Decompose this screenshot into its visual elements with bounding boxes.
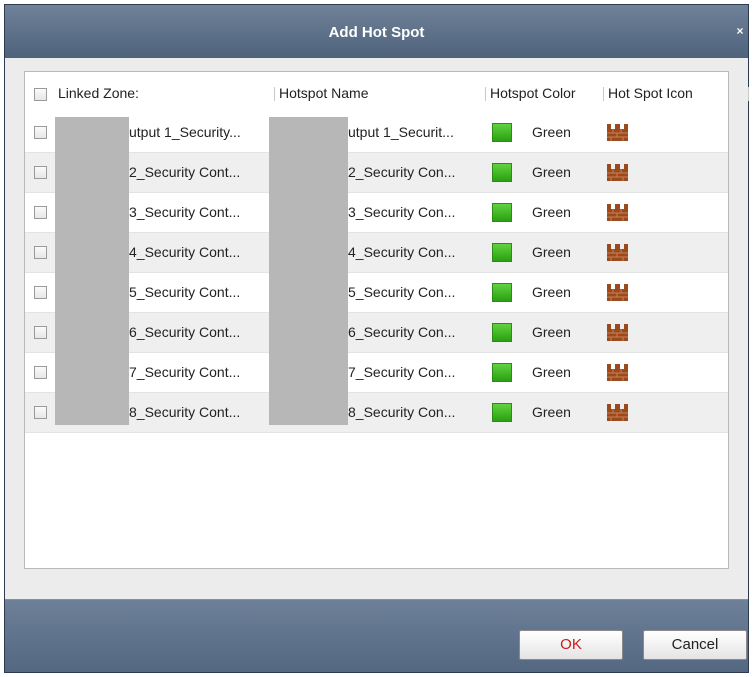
table-row[interactable]: 5_Security Cont... 5_Security Con... Gre… (25, 273, 728, 313)
castle-wall-icon[interactable] (607, 124, 628, 141)
hotspot-color-label: Green (532, 204, 571, 220)
hotspot-name-cell: 8_Security Con... (348, 404, 456, 420)
hotspot-color-swatch[interactable] (492, 283, 512, 302)
redacted-area (269, 117, 348, 425)
hotspot-name-cell: 2_Security Con... (348, 164, 456, 180)
linked-zone-cell: 3_Security Cont... (129, 204, 241, 220)
table-row[interactable]: utput 1_Security... utput 1_Securit... G… (25, 113, 728, 153)
linked-zone-cell: 8_Security Cont... (129, 404, 241, 420)
hotspot-name-cell: 7_Security Con... (348, 364, 456, 380)
column-divider[interactable] (603, 87, 604, 101)
linked-zone-cell: 5_Security Cont... (129, 284, 241, 300)
add-hot-spot-dialog: Add Hot Spot × Linked Zone: Hotspot Name… (4, 4, 749, 673)
table-row[interactable]: 8_Security Cont... 8_Security Con... Gre… (25, 393, 728, 433)
column-divider[interactable] (274, 87, 275, 101)
table-header: Linked Zone: Hotspot Name Hotspot Color … (25, 72, 749, 113)
table-row[interactable]: 2_Security Cont... 2_Security Con... Gre… (25, 153, 728, 193)
hotspot-table: Linked Zone: Hotspot Name Hotspot Color … (24, 71, 749, 569)
castle-wall-icon[interactable] (607, 324, 628, 341)
select-all-checkbox[interactable] (34, 88, 47, 101)
hotspot-color-swatch[interactable] (492, 123, 512, 142)
hotspot-name-cell: utput 1_Securit... (348, 124, 454, 140)
hotspot-name-cell: 6_Security Con... (348, 324, 456, 340)
row-checkbox[interactable] (34, 166, 47, 179)
ok-button[interactable]: OK (519, 630, 623, 660)
hotspot-color-label: Green (532, 164, 571, 180)
row-checkbox[interactable] (34, 206, 47, 219)
linked-zone-cell: 6_Security Cont... (129, 324, 241, 340)
table-row[interactable]: 7_Security Cont... 7_Security Con... Gre… (25, 353, 728, 393)
cancel-button[interactable]: Cancel (643, 630, 747, 660)
dialog-footer (5, 600, 748, 672)
linked-zone-cell: utput 1_Security... (129, 124, 241, 140)
hotspot-color-swatch[interactable] (492, 163, 512, 182)
close-icon[interactable]: × (735, 25, 745, 37)
column-header-hotspot-name[interactable]: Hotspot Name (279, 85, 368, 101)
row-checkbox[interactable] (34, 326, 47, 339)
castle-wall-icon[interactable] (607, 364, 628, 381)
row-checkbox[interactable] (34, 126, 47, 139)
hotspot-color-swatch[interactable] (492, 243, 512, 262)
hotspot-name-cell: 5_Security Con... (348, 284, 456, 300)
hotspot-color-swatch[interactable] (492, 363, 512, 382)
column-header-hotspot-color[interactable]: Hotspot Color (490, 85, 576, 101)
hotspot-color-label: Green (532, 284, 571, 300)
hotspot-color-swatch[interactable] (492, 403, 512, 422)
hotspot-color-swatch[interactable] (492, 323, 512, 342)
hotspot-color-label: Green (532, 124, 571, 140)
linked-zone-cell: 2_Security Cont... (129, 164, 241, 180)
hotspot-color-label: Green (532, 404, 571, 420)
table-row[interactable]: 3_Security Cont... 3_Security Con... Gre… (25, 193, 728, 233)
column-header-linked-zone[interactable]: Linked Zone: (58, 85, 139, 101)
castle-wall-icon[interactable] (607, 164, 628, 181)
title-bar: Add Hot Spot × (5, 5, 748, 58)
dialog-title: Add Hot Spot (328, 24, 425, 41)
column-divider[interactable] (748, 87, 749, 101)
row-checkbox[interactable] (34, 366, 47, 379)
castle-wall-icon[interactable] (607, 284, 628, 301)
table-row[interactable]: 4_Security Cont... 4_Security Con... Gre… (25, 233, 728, 273)
hotspot-color-label: Green (532, 324, 571, 340)
row-checkbox[interactable] (34, 286, 47, 299)
linked-zone-cell: 4_Security Cont... (129, 244, 241, 260)
table-row[interactable]: 6_Security Cont... 6_Security Con... Gre… (25, 313, 728, 353)
hotspot-color-swatch[interactable] (492, 203, 512, 222)
hotspot-name-cell: 3_Security Con... (348, 204, 456, 220)
castle-wall-icon[interactable] (607, 204, 628, 221)
row-checkbox[interactable] (34, 406, 47, 419)
castle-wall-icon[interactable] (607, 244, 628, 261)
castle-wall-icon[interactable] (607, 404, 628, 421)
hotspot-color-label: Green (532, 244, 571, 260)
hotspot-name-cell: 4_Security Con... (348, 244, 456, 260)
row-checkbox[interactable] (34, 246, 47, 259)
linked-zone-cell: 7_Security Cont... (129, 364, 241, 380)
column-header-hotspot-icon[interactable]: Hot Spot Icon (608, 85, 693, 101)
column-divider[interactable] (485, 87, 486, 101)
hotspot-color-label: Green (532, 364, 571, 380)
redacted-area (55, 117, 129, 425)
